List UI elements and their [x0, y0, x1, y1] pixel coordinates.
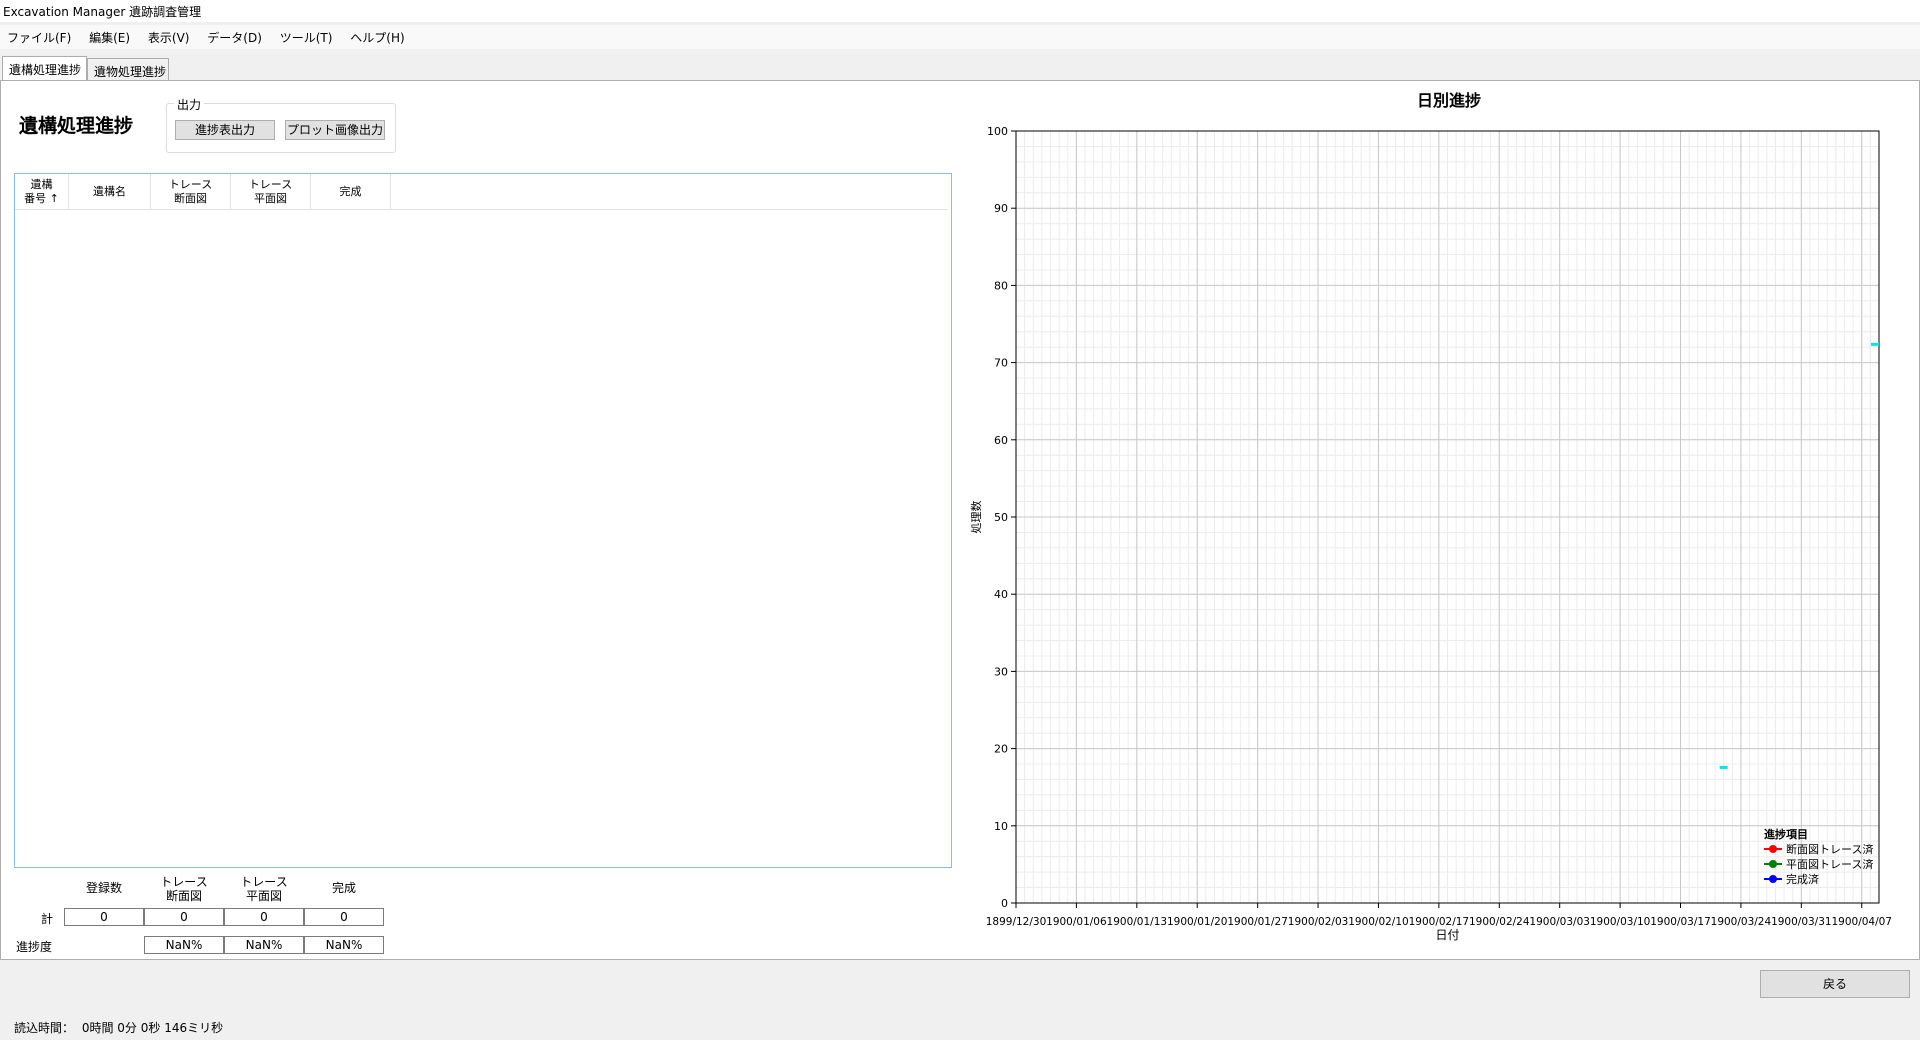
menu-view[interactable]: 表示(V) — [141, 25, 197, 50]
progress-trace-section: NaN% — [144, 936, 224, 954]
chart-title: 日別進捗 — [1417, 91, 1481, 110]
page-title: 遺構処理進捗 — [19, 115, 134, 137]
summary-progress-label: 進捗度 — [16, 940, 53, 954]
col-trace-plan[interactable]: トレース 平面図 — [231, 174, 311, 210]
y-tick-label: 60 — [994, 434, 1008, 447]
x-axis: 1899/12/30 1900/01/06 1900/01/13 1900/01/20… — [986, 903, 1892, 928]
y-tick-label: 10 — [994, 820, 1008, 833]
x-tick-label: 1900/04/07 — [1831, 916, 1892, 928]
x-tick-label: 1900/02/03 — [1288, 916, 1349, 928]
col-trace-section[interactable]: トレース 断面図 — [151, 174, 231, 210]
x-tick-label: 1899/12/30 — [986, 916, 1047, 928]
col-feature-name[interactable]: 遺構名 — [69, 174, 151, 210]
col-complete[interactable]: 完成 — [311, 174, 391, 210]
x-tick-label: 1900/02/17 — [1409, 916, 1470, 928]
y-tick-label: 50 — [994, 511, 1008, 524]
x-tick-label: 1900/03/24 — [1711, 916, 1772, 928]
legend-swatch-marker — [1769, 845, 1777, 853]
x-axis-label: 日付 — [1435, 928, 1459, 942]
menu-data[interactable]: データ(D) — [200, 25, 269, 50]
summary-header-registered: 登録数 — [85, 881, 122, 895]
summary-header-complete: 完成 — [331, 881, 356, 895]
chart-marker — [1871, 342, 1879, 346]
y-axis: 0 10 20 30 40 50 60 70 80 90 100 — [987, 125, 1016, 910]
tab-artifact-progress[interactable]: 遺物処理進捗 — [87, 58, 169, 81]
x-tick-label: 1900/03/10 — [1590, 916, 1651, 928]
menu-help[interactable]: ヘルプ(H) — [343, 25, 411, 50]
legend-entry: 断面図トレース済 — [1786, 842, 1873, 856]
legend-entry: 完成済 — [1786, 872, 1819, 886]
footer-area: 戻る — [0, 960, 1920, 1010]
y-tick-label: 80 — [994, 279, 1008, 292]
x-tick-label: 1900/03/31 — [1771, 916, 1832, 928]
status-load-time: 0時間 0分 0秒 146ミリ秒 — [81, 1021, 224, 1035]
x-tick-label: 1900/02/24 — [1469, 916, 1530, 928]
total-complete: 0 — [304, 908, 384, 926]
x-tick-label: 1900/01/27 — [1227, 916, 1288, 928]
progress-complete: NaN% — [304, 936, 384, 954]
output-group-label: 出力 — [174, 96, 205, 113]
grid-header: 遺構 番号 ↑ 遺構名 トレース 断面図 トレース 平面図 完成 — [15, 174, 948, 210]
chart-marker — [1719, 765, 1728, 769]
legend-title: 進捗項目 — [1764, 827, 1808, 841]
menu-tools[interactable]: ツール(T) — [273, 25, 340, 50]
y-axis-label: 処理数 — [970, 501, 983, 534]
x-tick-label: 1900/03/03 — [1529, 916, 1590, 928]
legend-swatch-marker — [1769, 875, 1777, 883]
export-plot-image-button[interactable]: プロット画像出力 — [285, 120, 385, 140]
summary-header-trace-section: トレース 断面図 — [160, 875, 208, 903]
x-tick-label: 1900/01/20 — [1167, 916, 1228, 928]
progress-trace-plan: NaN% — [224, 936, 304, 954]
y-tick-label: 90 — [994, 202, 1008, 215]
legend-entry: 平面図トレース済 — [1786, 857, 1873, 871]
menu-file[interactable]: ファイル(F) — [0, 25, 78, 50]
export-progress-table-button[interactable]: 進捗表出力 — [175, 120, 275, 140]
menu-bar: ファイル(F) 編集(E) 表示(V) データ(D) ツール(T) ヘルプ(H) — [0, 25, 1920, 49]
summary-total-label: 計 — [41, 912, 54, 926]
total-trace-section: 0 — [144, 908, 224, 926]
total-registered: 0 — [64, 908, 144, 926]
window-title: Excavation Manager 遺跡調査管理 — [0, 0, 1920, 22]
tab-feature-progress[interactable]: 遺構処理進捗 — [2, 56, 87, 80]
daily-progress-chart: 日別進捗 0102030405060708090100 1899/12/30 19… — [970, 91, 1892, 942]
summary-header-trace-plan: トレース 平面図 — [240, 875, 288, 903]
legend-swatch-marker — [1769, 860, 1777, 868]
tab-panel: 遺構処理進捗 出力 進捗表出力 プロット画像出力 遺構 番号 ↑ 遺構名 トレー… — [0, 80, 1920, 960]
menu-edit[interactable]: 編集(E) — [82, 25, 137, 50]
back-button[interactable]: 戻る — [1760, 970, 1910, 998]
col-feature-number[interactable]: 遺構 番号 ↑ — [15, 174, 69, 210]
y-tick-label: 40 — [994, 588, 1008, 601]
chart-markers — [1719, 342, 1879, 769]
status-bar: 読込時間： 0時間 0分 0秒 146ミリ秒 — [0, 1011, 1920, 1040]
x-tick-label: 1900/02/10 — [1348, 916, 1409, 928]
feature-progress-grid[interactable]: 遺構 番号 ↑ 遺構名 トレース 断面図 トレース 平面図 完成 — [14, 173, 952, 868]
y-tick-label: 30 — [994, 665, 1008, 678]
y-tick-label: 100 — [987, 125, 1008, 138]
y-tick-label: 70 — [994, 357, 1008, 370]
x-tick-label: 1900/03/17 — [1650, 916, 1711, 928]
total-trace-plan: 0 — [224, 908, 304, 926]
output-group: 出力 進捗表出力 プロット画像出力 — [166, 96, 396, 153]
x-tick-label: 1900/01/13 — [1107, 916, 1168, 928]
status-label: 読込時間： — [14, 1021, 75, 1035]
x-tick-label: 1900/01/06 — [1046, 916, 1107, 928]
y-tick-label: 0 — [1001, 897, 1008, 910]
y-tick-label: 20 — [994, 743, 1008, 756]
